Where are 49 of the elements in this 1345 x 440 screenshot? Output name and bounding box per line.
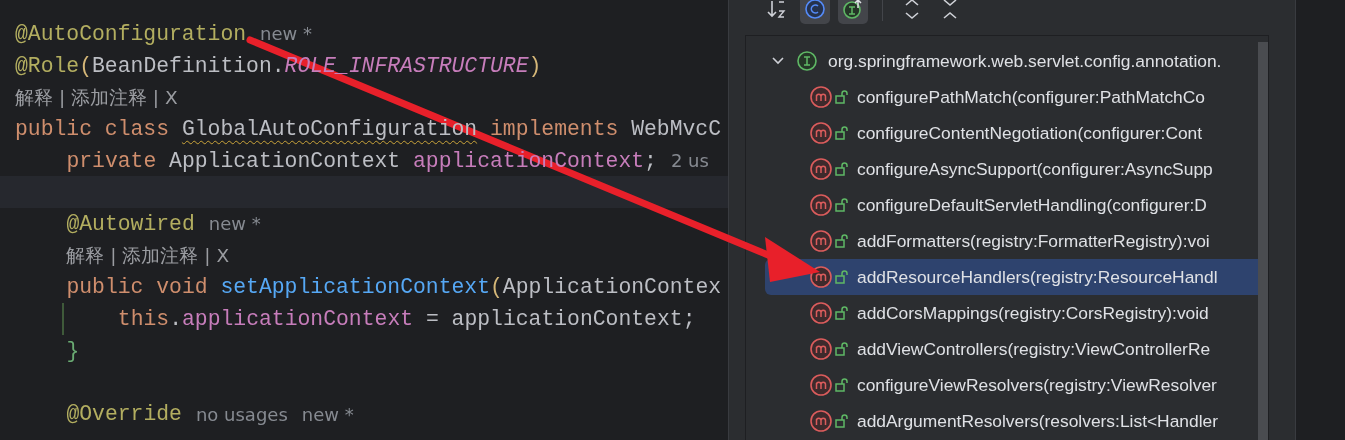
unlocked-padlock-icon <box>835 90 848 104</box>
code-text: } <box>66 338 80 363</box>
method-icon <box>809 85 833 109</box>
tree-item[interactable]: configureContentNegotiation(configurer:Cont <box>857 122 1203 144</box>
method-icon <box>809 121 833 145</box>
method-icon <box>809 157 833 181</box>
unlocked-padlock-icon <box>835 234 848 248</box>
interface-icon <box>796 50 818 72</box>
code-text: @Override <box>66 402 182 427</box>
code-text: @AutoConfiguration <box>15 21 247 46</box>
method-icon <box>809 373 833 397</box>
tree-item[interactable]: addViewControllers(registry:ViewControllerRe <box>857 338 1211 360</box>
unlocked-padlock-icon <box>835 378 848 392</box>
tree-item[interactable]: configureViewResolvers(registry:ViewResolver <box>857 374 1217 396</box>
tree-item[interactable]: addFormatters(registry:FormatterRegistry):voi <box>857 230 1210 252</box>
unlocked-padlock-icon <box>835 342 848 356</box>
unlocked-padlock-icon <box>835 414 848 428</box>
code-text: this.applicationContext = applicationContext; <box>117 307 696 332</box>
sort-alphabetical-icon <box>766 0 788 20</box>
inlay-hint: 2 us <box>670 150 709 172</box>
toolbar-toggle[interactable] <box>800 0 830 24</box>
inlay-hint: new * <box>208 213 261 235</box>
unlocked-padlock-icon <box>835 198 848 212</box>
code-lens-links[interactable]: 解释 | 添加注释 | X <box>66 243 230 269</box>
unlocked-padlock-icon <box>835 162 848 176</box>
tree-item[interactable]: addCorsMappings(registry:CorsRegistry):void <box>857 302 1209 324</box>
method-icon <box>809 409 833 433</box>
tree-item[interactable]: configureDefaultServletHandling(configurer:D <box>857 194 1207 216</box>
tree-item[interactable]: org.springframework.web.servlet.config.annotation. <box>828 50 1222 72</box>
inlay-hint: new * <box>301 403 354 425</box>
method-icon <box>809 265 833 289</box>
toolbar-toggle[interactable] <box>838 0 868 24</box>
code-text: @Autowired <box>66 211 195 236</box>
method-icon <box>809 301 833 325</box>
code-lens-links[interactable]: 解释 | 添加注释 | X <box>15 84 178 110</box>
inlay-hint: no usages <box>195 403 288 425</box>
scrollbar[interactable] <box>1258 42 1268 440</box>
unlocked-padlock-icon <box>835 126 848 140</box>
method-icon <box>809 337 833 361</box>
inlay-hint: new * <box>260 23 312 45</box>
unlocked-padlock-icon <box>835 270 848 284</box>
code-text: public void setApplicationContext(ApplicationContex <box>66 275 722 300</box>
tree-item[interactable]: addResourceHandlers(registry:ResourceHandl <box>857 266 1218 288</box>
method-icon <box>809 229 833 253</box>
tree-item[interactable]: configureAsyncSupport(configurer:AsyncSupp <box>857 158 1213 180</box>
tree-item[interactable]: configurePathMatch(configurer:PathMatchCo <box>857 86 1205 108</box>
unlocked-padlock-icon <box>835 306 848 320</box>
tree-item[interactable]: addArgumentResolvers(resolvers:List<Handler <box>857 410 1219 432</box>
method-icon <box>809 193 833 217</box>
